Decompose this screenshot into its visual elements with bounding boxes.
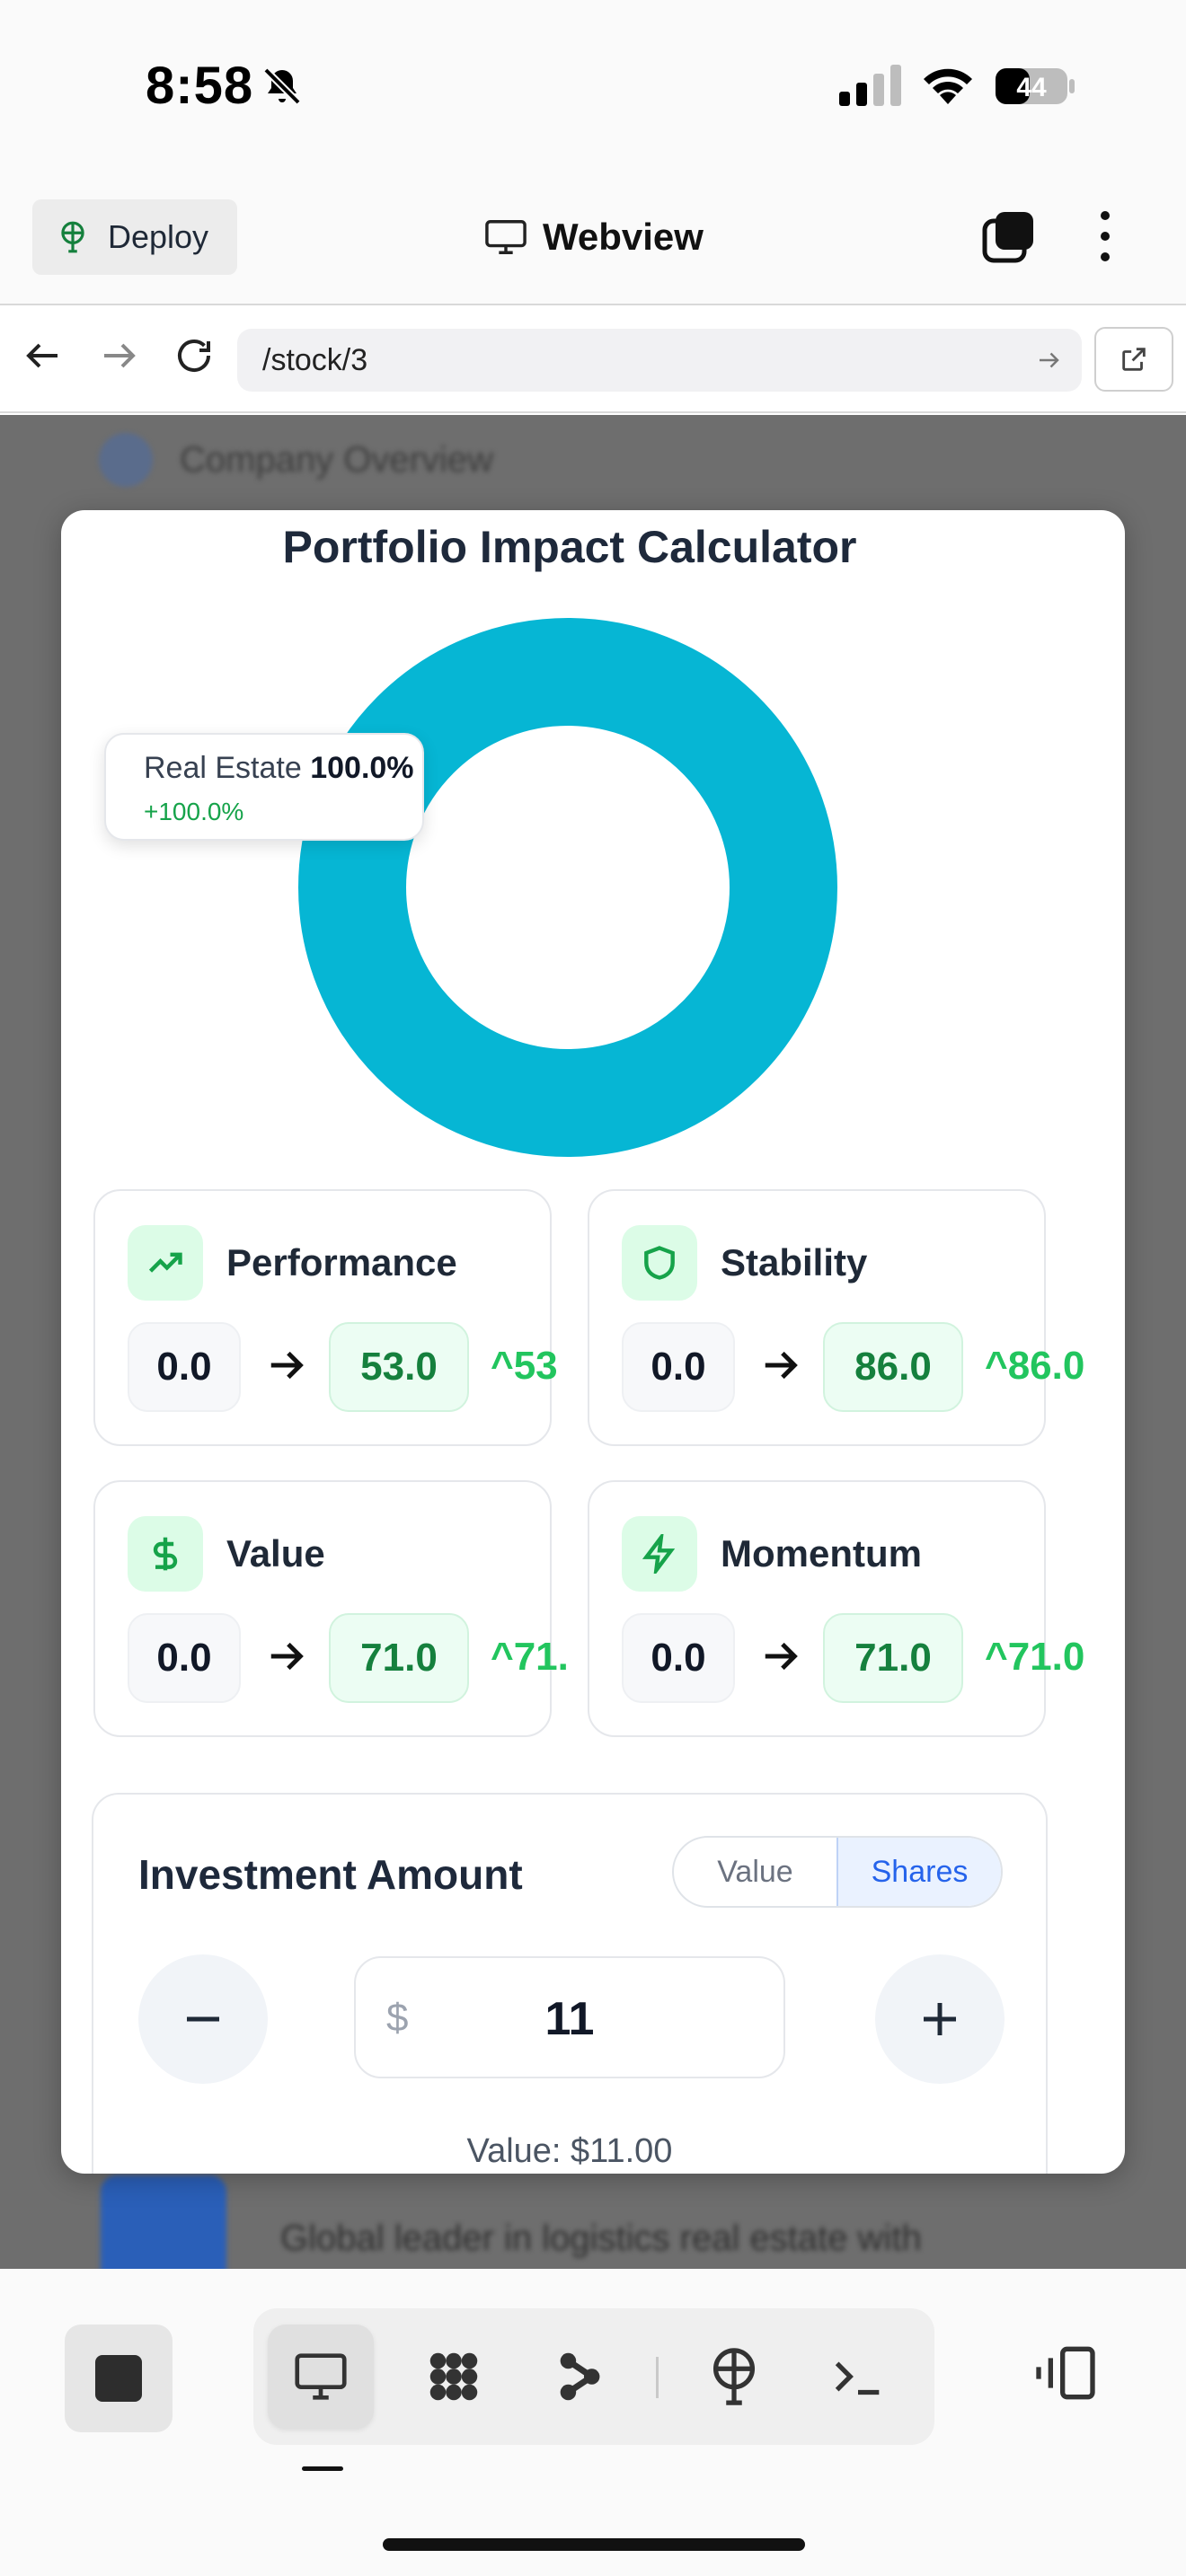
forward-arrow-icon[interactable] [97,334,140,377]
metric-card-performance: Performance 0.0 53.0 ^53 [93,1189,558,1446]
wifi-icon [924,68,972,104]
url-bar: /stock/3 [0,305,1186,413]
metric-old-value: 0.0 [622,1613,735,1703]
go-arrow-icon[interactable] [1035,347,1062,374]
chart-tooltip: Real Estate 100.0% +100.0% [104,733,424,841]
metric-card-momentum: Momentum 0.0 71.0 ^71.0 [588,1480,1084,1737]
status-bar: 8:58 44 [0,0,1186,171]
cellular-signal-icon [839,65,901,106]
metric-delta: ^86.0 [985,1344,1085,1388]
metric-card-stability: Stability 0.0 86.0 ^86.0 [588,1189,1084,1446]
metric-card-value: Value 0.0 71.0 ^71. [93,1480,569,1737]
investment-title: Investment Amount [138,1851,523,1898]
deploy-globe-icon [712,2348,756,2405]
metric-label: Value [226,1532,325,1575]
tooltip-category: Real Estate [144,751,302,785]
url-text: /stock/3 [262,342,368,377]
battery-level: 44 [1016,73,1047,102]
background-section-title: Company Overview [180,439,494,480]
side-panel-icon[interactable] [1030,2337,1102,2409]
reload-icon[interactable] [173,334,216,377]
deploy-button[interactable]: Deploy [32,199,237,275]
toggle-value-option[interactable]: Value [674,1838,836,1906]
tool-switcher [253,2308,934,2445]
terminal-icon [835,2361,880,2395]
battery-icon: 44 [994,66,1076,106]
amount-value: 11 [544,1993,595,2045]
metric-new-value: 53.0 [329,1322,469,1412]
investment-value-caption: Value: $11.00 [466,2132,673,2170]
stop-button[interactable] [65,2325,173,2432]
git-branch-icon [560,2352,600,2401]
metric-new-value: 86.0 [823,1322,963,1412]
monitor-icon [295,2353,347,2400]
nodes-icon [429,2352,478,2401]
shield-icon [622,1225,697,1301]
background-list-item: Global leader in logistics real estate w… [101,2175,922,2269]
open-external-button[interactable] [1094,327,1173,392]
bottom-toolbar [0,2269,1186,2576]
status-time: 8:58 [146,57,254,115]
background-item-text: Global leader in logistics real estate w… [280,2218,922,2258]
external-link-icon [1122,348,1146,371]
minus-icon [187,2016,219,2022]
stop-icon [95,2355,142,2402]
metric-label: Momentum [721,1532,922,1575]
increment-button[interactable] [875,1954,1005,2084]
dollar-sign-icon [128,1516,203,1592]
home-indicator [383,2538,805,2551]
tooltip-label-line: Real Estate 100.0% [144,751,414,786]
background-item-logo [101,2175,226,2269]
background-section-icon [99,433,153,487]
metric-old-value: 0.0 [622,1322,735,1412]
deploy-tool-button[interactable] [681,2325,787,2429]
metric-old-value: 0.0 [128,1613,241,1703]
modal-title: Portfolio Impact Calculator [282,522,857,572]
metric-new-value: 71.0 [823,1613,963,1703]
graph-tool-button[interactable] [401,2325,507,2429]
back-arrow-icon[interactable] [22,334,65,377]
value-shares-toggle: Value Shares [672,1836,1003,1908]
monitor-icon [485,220,527,254]
metric-delta: ^71.0 [985,1635,1085,1679]
toolbar-divider [656,2357,659,2398]
metric-old-value: 0.0 [128,1322,241,1412]
console-tool-button[interactable] [805,2325,911,2429]
arrow-right-icon [270,1351,304,1380]
allocation-donut-chart [298,618,837,1157]
tabs-icon[interactable] [981,208,1037,264]
metric-label: Stability [721,1241,868,1284]
tooltip-change: +100.0% [144,798,244,825]
arrow-right-icon [765,1351,798,1380]
deploy-label: Deploy [108,218,209,255]
amount-input[interactable]: $ 11 [354,1956,785,2078]
background-section-header: Company Overview [99,433,493,487]
webview-label: Webview [543,216,704,258]
toggle-shares-option[interactable]: Shares [836,1838,1001,1906]
arrow-right-icon [270,1642,304,1671]
active-tab-indicator [302,2466,343,2471]
arrow-right-icon [765,1642,798,1671]
portfolio-impact-modal: Portfolio Impact Calculator Real Estate … [61,510,1125,2174]
bell-muted-icon [263,67,301,105]
metric-new-value: 71.0 [329,1613,469,1703]
metric-delta: ^53 [491,1344,558,1388]
branch-tool-button[interactable] [528,2325,634,2429]
lightning-icon [622,1516,697,1592]
trending-up-icon [128,1225,203,1301]
tooltip-percent: 100.0% [310,751,414,785]
investment-amount-card: Investment Amount Value Shares $ 11 Valu… [92,1793,1048,2174]
plus-icon [924,2003,956,2035]
more-options-icon[interactable] [1084,208,1127,264]
metric-delta: ^71. [491,1635,569,1679]
deploy-globe-icon [61,221,84,253]
app-top-bar: Deploy Webview [0,171,1186,305]
decrement-button[interactable] [138,1954,268,2084]
url-input[interactable]: /stock/3 [237,329,1082,392]
webview-tool-button[interactable] [268,2325,374,2429]
webview-title[interactable]: Webview [485,216,704,259]
metric-label: Performance [226,1241,457,1284]
donut-slice-real-estate[interactable] [298,618,837,1157]
